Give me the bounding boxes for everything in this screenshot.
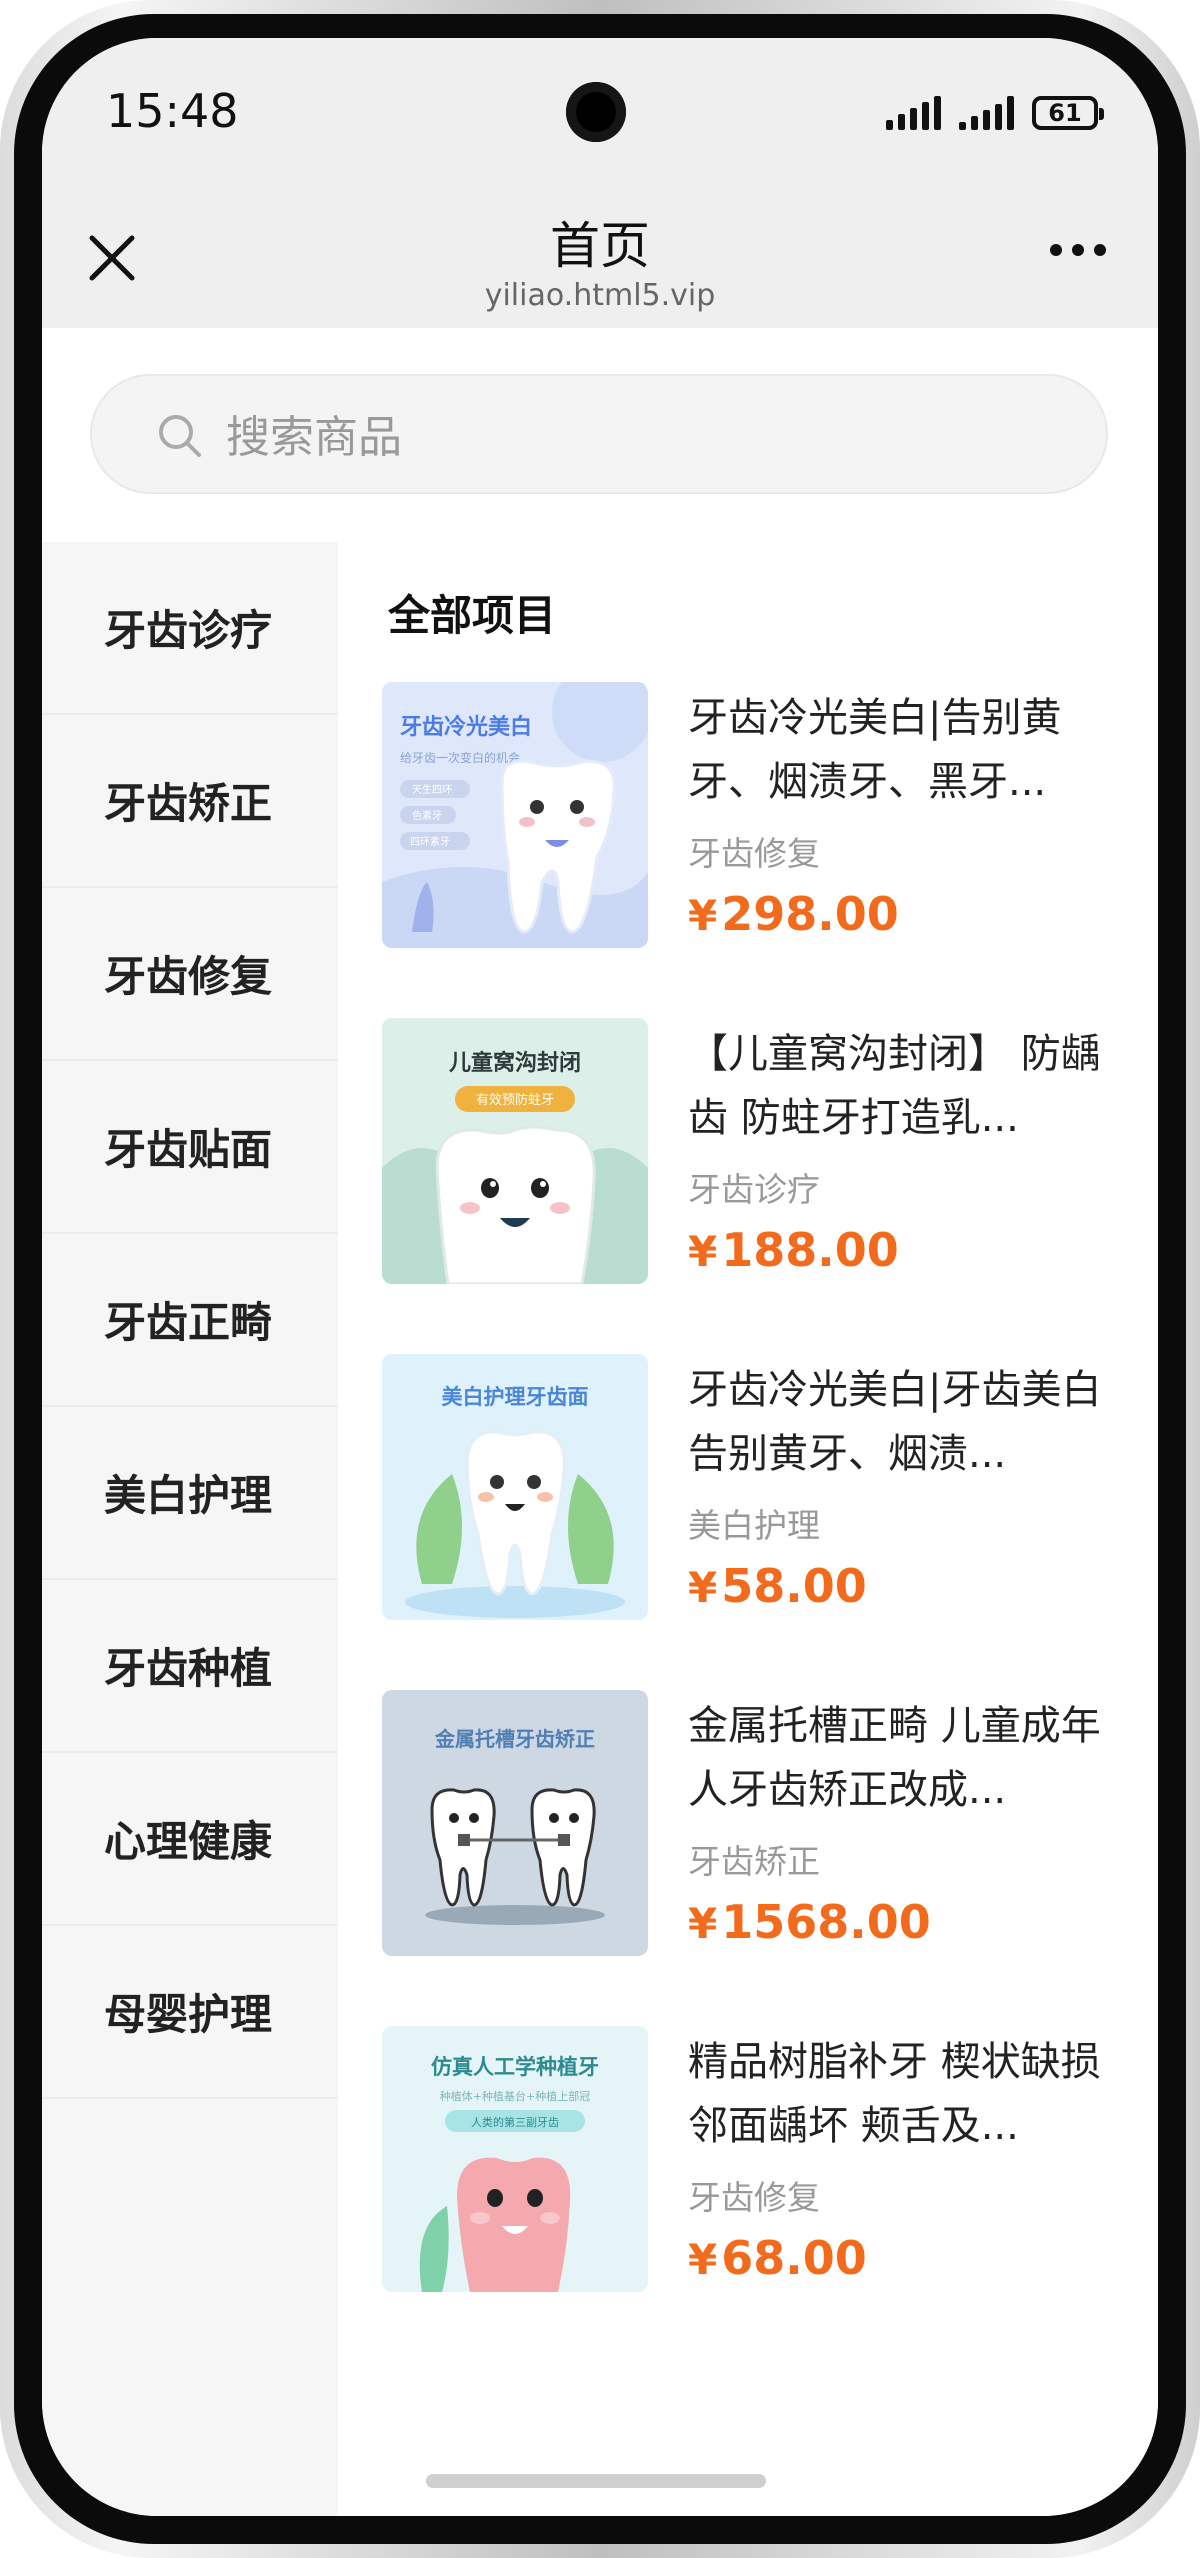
- search-input[interactable]: [224, 396, 1048, 478]
- product-category: 牙齿诊疗: [688, 1170, 820, 1209]
- battery-level: 61: [1048, 99, 1082, 127]
- sidebar-item-label: 牙齿诊疗: [104, 606, 273, 655]
- signal-icon: [886, 94, 941, 130]
- image-tag: 天生四环: [412, 783, 452, 796]
- sidebar-item-label: 牙齿矫正: [104, 779, 273, 828]
- price-value: 68.00: [721, 2231, 867, 2285]
- sidebar-item-label: 母婴护理: [104, 1990, 273, 2039]
- price-value: 58.00: [721, 1559, 867, 1613]
- product-title: 牙齿冷光美白|牙齿美白 告别黄牙、烟渍...: [688, 1367, 1102, 1477]
- sidebar-item-maternal-care[interactable]: 母婴护理: [42, 1926, 338, 2099]
- price-value: 188.00: [721, 1223, 899, 1277]
- product-panel: 全部项目 牙齿冷光美白 给牙齿一次变白的机会 天生四环 色素牙 四环素牙 牙齿冷…: [338, 542, 1158, 2516]
- product-title: 精品树脂补牙 楔状缺损邻面龋坏 颊舌及...: [688, 2039, 1101, 2149]
- front-camera: [566, 82, 626, 142]
- status-bar: 15:48 61: [42, 38, 1158, 188]
- sidebar-item-restoration[interactable]: 牙齿修复: [42, 888, 338, 1061]
- home-indicator[interactable]: [426, 2474, 766, 2488]
- product-category: 美白护理: [688, 1506, 820, 1545]
- sidebar-item-label: 牙齿种植: [104, 1644, 273, 1693]
- currency-symbol: ¥: [688, 1899, 718, 1948]
- image-badge: 人类的第三副牙齿: [471, 2115, 559, 2129]
- sidebar-item-label: 牙齿贴面: [104, 1125, 273, 1174]
- sidebar-item-veneers[interactable]: 牙齿贴面: [42, 1061, 338, 1234]
- sidebar-item-label: 牙齿正畸: [104, 1298, 273, 1347]
- product-title: 牙齿冷光美白|告别黄牙、烟渍牙、黑牙...: [688, 695, 1062, 805]
- status-icons: 61: [886, 90, 1104, 130]
- sidebar-item-label: 心理健康: [104, 1817, 273, 1866]
- image-title: 仿真人工学种植牙: [431, 2055, 599, 2079]
- product-list: 牙齿冷光美白 给牙齿一次变白的机会 天生四环 色素牙 四环素牙 牙齿冷光美白|告…: [382, 682, 1134, 2362]
- currency-symbol: ¥: [688, 1227, 718, 1276]
- product-category: 牙齿修复: [688, 834, 820, 873]
- sidebar-item-braces[interactable]: 牙齿正畸: [42, 1234, 338, 1407]
- currency-symbol: ¥: [688, 891, 718, 940]
- product-image: 金属托槽牙齿矫正: [382, 1690, 648, 1956]
- image-title: 牙齿冷光美白: [400, 714, 532, 740]
- product-card[interactable]: 金属托槽牙齿矫正 金属托槽正畸 儿童成年人牙齿矫正改成... 牙齿矫正 ¥156…: [382, 1690, 1134, 2026]
- product-title: 金属托槽正畸 儿童成年人牙齿矫正改成...: [688, 1703, 1101, 1813]
- more-button[interactable]: [1050, 244, 1106, 256]
- product-card[interactable]: 儿童窝沟封闭 有效预防蛀牙 【儿童窝沟封闭】 防龋齿 防蛀牙打造乳... 牙齿诊…: [382, 1018, 1134, 1354]
- more-icon: [1050, 244, 1062, 256]
- category-sidebar: 牙齿诊疗 牙齿矫正 牙齿修复 牙齿贴面 牙齿正畸 美白护理 牙齿种植 心理健康 …: [42, 542, 338, 2516]
- price-value: 1568.00: [721, 1895, 931, 1949]
- search-icon: [159, 415, 201, 457]
- sidebar-item-mental-health[interactable]: 心理健康: [42, 1753, 338, 1926]
- product-price: ¥1568.00: [688, 1895, 931, 1949]
- sidebar-item-orthodontics[interactable]: 牙齿矫正: [42, 715, 338, 888]
- product-price: ¥58.00: [688, 1559, 867, 1613]
- page-url: yiliao.html5.vip: [484, 278, 716, 313]
- image-title: 金属托槽牙齿矫正: [434, 1727, 595, 1751]
- sidebar-item-label: 美白护理: [104, 1471, 273, 1520]
- product-image: 牙齿冷光美白 给牙齿一次变白的机会 天生四环 色素牙 四环素牙: [382, 682, 648, 948]
- sidebar-item-dental-care[interactable]: 牙齿诊疗: [42, 542, 338, 715]
- product-price: ¥188.00: [688, 1223, 899, 1277]
- sidebar-item-label: 牙齿修复: [104, 952, 273, 1001]
- product-image: 儿童窝沟封闭 有效预防蛀牙: [382, 1018, 648, 1284]
- section-title: 全部项目: [388, 591, 557, 640]
- status-time: 15:48: [106, 84, 239, 138]
- page-title: 首页: [550, 217, 650, 275]
- product-card[interactable]: 仿真人工学种植牙 种植体+种植基台+种植上部冠 人类的第三副牙齿 精品树脂补牙 …: [382, 2026, 1134, 2362]
- image-subtitle: 给牙齿一次变白的机会: [400, 750, 520, 765]
- image-tag: 四环素牙: [410, 835, 450, 848]
- image-badge: 有效预防蛀牙: [476, 1092, 554, 1108]
- nav-header: 首页 yiliao.html5.vip: [42, 188, 1158, 328]
- currency-symbol: ¥: [688, 1563, 718, 1612]
- sidebar-item-whitening[interactable]: 美白护理: [42, 1407, 338, 1580]
- search-bar[interactable]: [90, 374, 1108, 494]
- product-image: 仿真人工学种植牙 种植体+种植基台+种植上部冠 人类的第三副牙齿: [382, 2026, 648, 2292]
- product-card[interactable]: 牙齿冷光美白 给牙齿一次变白的机会 天生四环 色素牙 四环素牙 牙齿冷光美白|告…: [382, 682, 1134, 1018]
- image-title: 美白护理牙齿面: [442, 1385, 589, 1409]
- product-category: 牙齿矫正: [688, 1842, 820, 1881]
- product-card[interactable]: 美白护理牙齿面 牙齿冷光美白|牙齿美白 告别黄牙、烟渍... 美白护理 ¥58.…: [382, 1354, 1134, 1690]
- currency-symbol: ¥: [688, 2235, 718, 2284]
- image-subtitle: 种植体+种植基台+种植上部冠: [440, 2089, 590, 2103]
- product-price: ¥68.00: [688, 2231, 867, 2285]
- product-category: 牙齿修复: [688, 2178, 820, 2217]
- product-title: 【儿童窝沟封闭】 防龋齿 防蛀牙打造乳...: [688, 1031, 1101, 1141]
- battery-icon: 61: [1032, 96, 1104, 130]
- sidebar-item-implants[interactable]: 牙齿种植: [42, 1580, 338, 1753]
- image-tag: 色素牙: [412, 809, 442, 822]
- signal-icon-2: [959, 94, 1014, 130]
- screen: 15:48 61 首页 yiliao.html5.vip 搜索商品 牙齿诊疗 牙…: [42, 38, 1158, 2516]
- price-value: 298.00: [721, 887, 899, 941]
- image-title: 儿童窝沟封闭: [448, 1050, 581, 1076]
- product-image: 美白护理牙齿面: [382, 1354, 648, 1620]
- product-price: ¥298.00: [688, 887, 899, 941]
